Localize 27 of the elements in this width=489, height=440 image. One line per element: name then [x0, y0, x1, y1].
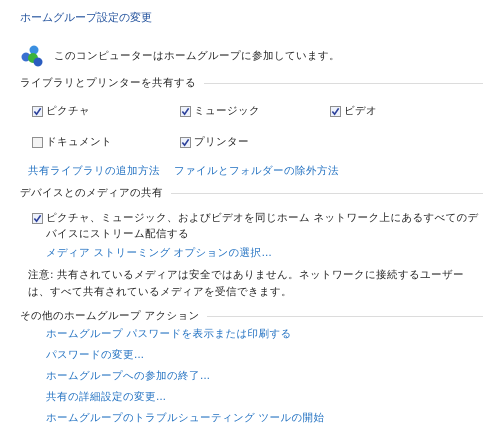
help-link[interactable]: 共有ライブラリの追加方法 — [28, 164, 160, 178]
checkbox-label: ドキュメント — [46, 135, 112, 149]
action-link[interactable]: ホームグループ パスワードを表示または印刷する — [46, 327, 292, 341]
checkbox[interactable] — [32, 136, 43, 148]
action-link[interactable]: ホームグループへの参加の終了... — [46, 369, 210, 383]
checkbox[interactable] — [180, 136, 191, 148]
homegroup-icon — [20, 44, 44, 68]
checkbox-label: ミュージック — [194, 104, 260, 118]
warning-note: 注意: 共有されているメディアは安全ではありません。ネットワークに接続するユーザーは、すべて共有されているメディアを受信できます。 — [28, 268, 465, 300]
checkbox-label: ピクチャ — [46, 104, 90, 118]
checkbox-label: プリンター — [194, 135, 249, 149]
checkbox[interactable] — [32, 213, 43, 224]
checkbox-label: ビデオ — [344, 104, 377, 118]
help-link[interactable]: ファイルとフォルダーの除外方法 — [174, 164, 339, 178]
section-heading: ライブラリとプリンターを共有する — [20, 76, 196, 90]
checkbox[interactable] — [180, 106, 191, 116]
action-link[interactable]: パスワードの変更... — [46, 348, 144, 362]
status-text: このコンピューターはホームグループに参加しています。 — [54, 49, 340, 63]
action-link[interactable]: ホームグループのトラブルシューティング ツールの開始 — [46, 411, 324, 425]
section-heading: デバイスとのメディアの共有 — [20, 186, 163, 200]
page-title: ホームグループ設定の変更 — [20, 10, 153, 25]
checkbox-label: ピクチャ、ミュージック、およびビデオを同じホーム ネットワーク上にあるすべてのデバイスにストリーム配信する — [46, 211, 480, 242]
action-link[interactable]: 共有の詳細設定の変更... — [46, 390, 166, 404]
checkbox[interactable] — [32, 106, 43, 116]
checkbox[interactable] — [330, 106, 341, 116]
section-heading: その他のホームグループ アクション — [20, 309, 200, 323]
media-options-link[interactable]: メディア ストリーミング オプションの選択... — [46, 246, 483, 260]
